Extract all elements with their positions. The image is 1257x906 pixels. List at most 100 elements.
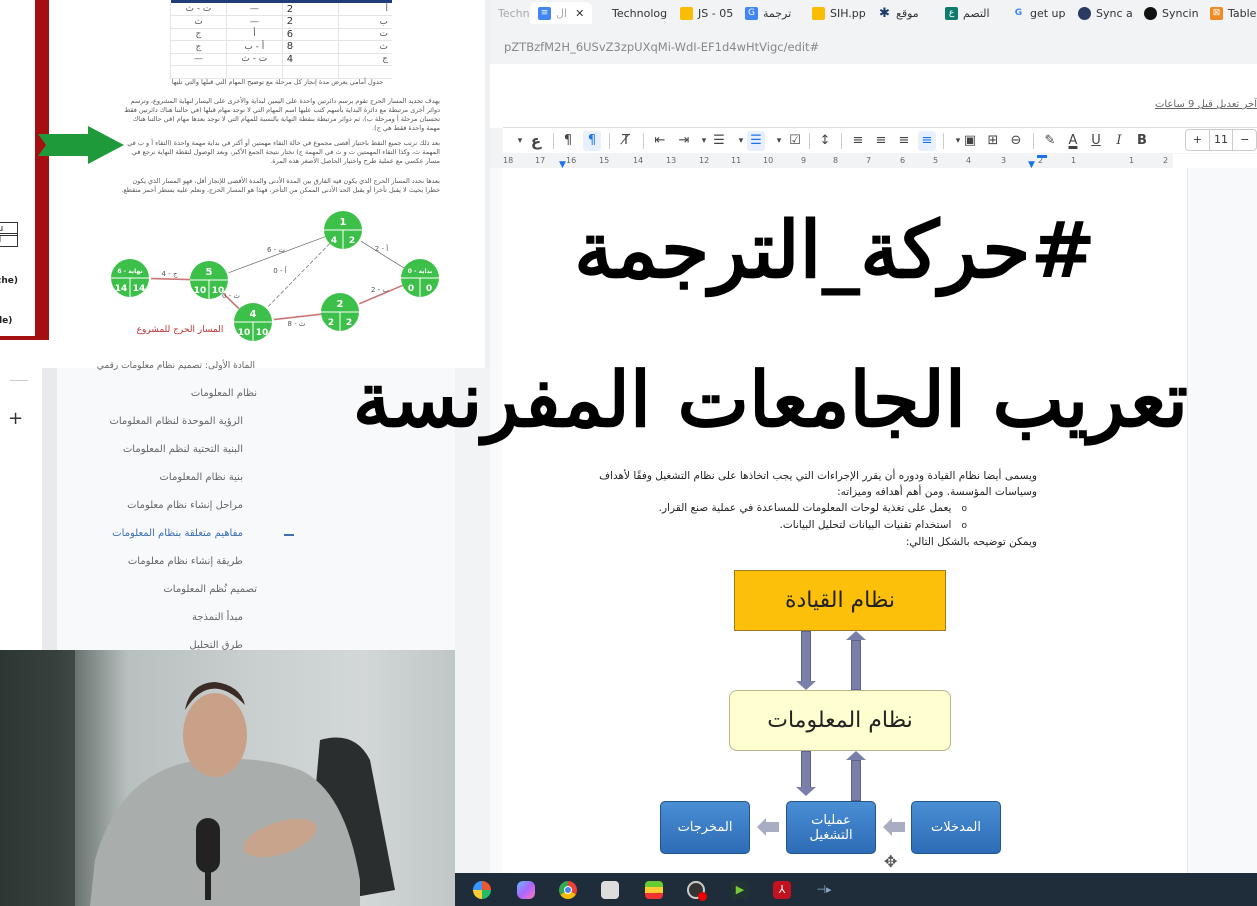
table-row: أ 2— ت - ث: [170, 3, 392, 16]
outline-active-indicator: [284, 534, 294, 536]
outline-item[interactable]: الرؤية الموحدة لنظام المعلومات: [109, 416, 243, 427]
site-icon: ✱: [879, 5, 890, 21]
network-node: 14 2: [324, 211, 362, 249]
browser-tab[interactable]: Technolog: [612, 2, 667, 24]
node-label: 5: [206, 267, 213, 278]
outline-item[interactable]: المادة الأولى: تصميم نظام معلومات رقمي: [97, 361, 255, 371]
browser-tab[interactable]: SIH.pp: [812, 2, 866, 24]
browser-tab[interactable]: ⊠Tablea: [1210, 2, 1257, 24]
bluestacks-icon[interactable]: [645, 881, 663, 899]
bulleted-list-icon[interactable]: ☰: [747, 131, 765, 151]
outline-divider: [10, 380, 28, 381]
align-center-icon[interactable]: ≡: [895, 131, 913, 151]
input-tools-icon[interactable]: ع: [527, 131, 545, 151]
down-arrow-icon: [801, 751, 811, 789]
browser-tab[interactable]: Gget up: [1012, 2, 1066, 24]
highlight-icon[interactable]: ✎: [1041, 131, 1059, 151]
rtl-icon[interactable]: ¶: [583, 131, 601, 151]
table-caption: جدول أمامي يعرض مدة إنجاز كل مرحلة مع تو…: [171, 78, 384, 86]
browser-tab[interactable]: Sync a: [1078, 2, 1133, 24]
google-translate-icon: G: [745, 6, 758, 20]
left-paragraph-3: بعدها نحدد المسار الحرج الذي يكون فيه ال…: [121, 177, 440, 194]
align-right-icon[interactable]: ≡: [918, 131, 936, 151]
numbered-list-icon[interactable]: ☰: [710, 131, 728, 151]
address-bar[interactable]: pZTBzfM2H_6USvZ3zpUXqMi-WdI-EF1d4wHtVigc…: [490, 28, 1257, 64]
formatting-toolbar: ▾ ع ¶ ¶ T̸ ⇤ ⇥ ▾ ☰ ▾ ☰ ▾ ☑ ↕ ≡ ≡ ≡ ≡ ▾ ▣…: [503, 127, 1257, 153]
indent-increase-icon[interactable]: ⇥: [675, 131, 693, 151]
outline-item[interactable]: نظام المعلومات: [191, 388, 257, 399]
outline-item-active[interactable]: مفاهيم متعلقة بنظام المعلومات: [112, 528, 243, 539]
bold-icon[interactable]: B: [1133, 131, 1151, 151]
operations-box: عمليات التشغيل: [786, 801, 876, 854]
network-node: 6 - نهاية 14 14: [111, 259, 149, 297]
outline-item[interactable]: بنية نظام المعلومات: [160, 472, 244, 483]
font-size-increase-button[interactable]: +: [1186, 130, 1209, 150]
acrobat-icon[interactable]: ⅄: [773, 881, 791, 899]
node-value-left: 10: [194, 286, 207, 296]
down-arrow-icon: [801, 631, 811, 683]
checklist-icon[interactable]: ☑: [786, 131, 804, 151]
google-docs-icon: ≡: [538, 6, 551, 20]
clear-formatting-icon[interactable]: T̸: [617, 131, 635, 151]
edge-arrow-label: lle): [0, 316, 13, 326]
photo-app-icon[interactable]: [601, 881, 619, 899]
ltr-icon[interactable]: ¶: [559, 131, 577, 151]
italic-icon[interactable]: I: [1110, 131, 1128, 151]
edge-label: ث - 0: [222, 292, 240, 300]
browser-tab[interactable]: G ترجمة: [745, 2, 791, 24]
outline-item[interactable]: تصميم نُظم المعلومات: [163, 584, 257, 595]
line-spacing-icon[interactable]: ↕: [816, 131, 834, 151]
close-tab-icon[interactable]: ✕: [575, 7, 584, 20]
audio-tool-icon[interactable]: ⊣▸: [815, 881, 833, 899]
browser-tab[interactable]: JS - 05: [680, 2, 733, 24]
widgets-icon[interactable]: [473, 881, 491, 899]
arrowhead-up: [846, 751, 866, 760]
document-body[interactable]: ويسمى أيضا نظام القيادة ودوره أن يقرر ال…: [590, 468, 1037, 550]
ruler[interactable]: 18 17 16 15 14 13 12 11 10 9 8 7 6 5 4 3…: [503, 154, 1257, 170]
outline-item[interactable]: مبدأ النمذجة: [192, 612, 243, 623]
outline-left-strip: [0, 340, 42, 653]
outline-scrollbar[interactable]: [42, 368, 57, 653]
font-size-decrease-button[interactable]: −: [1233, 130, 1256, 150]
last-edit-link[interactable]: آخر تعديل قبل 9 ساعات: [1155, 99, 1257, 110]
network-node: 22 2: [321, 293, 359, 331]
media-player-icon[interactable]: ▶: [731, 881, 749, 899]
node-value-right: 10: [212, 286, 225, 296]
outline-item[interactable]: مراحل إنشاء نظام معلومات: [127, 500, 243, 511]
task-table: أ 2— ت - ث ب 2— ث ت6أج ث8أ - بج ج4ت - ث —: [170, 0, 392, 79]
browser-tab[interactable]: Syncin: [1144, 2, 1199, 24]
url-text[interactable]: pZTBzfM2H_6USvZ3zpUXqMi-WdI-EF1d4wHtVigc…: [504, 40, 819, 54]
obs-icon[interactable]: [687, 881, 707, 901]
left-paragraph-1: يهدف تحديد المسار الحرج تقوم برسم دائرتي…: [124, 97, 440, 132]
copilot-icon[interactable]: [517, 881, 535, 899]
text-color-icon[interactable]: A: [1064, 131, 1082, 151]
move-cursor-icon: ✥: [884, 852, 898, 871]
add-heading-button[interactable]: +: [8, 408, 23, 429]
align-left-icon[interactable]: ≡: [872, 131, 890, 151]
image-icon[interactable]: ▣: [961, 131, 979, 151]
edge-label: ج - 4: [162, 270, 178, 278]
browser-tab[interactable]: ✱ موقع: [878, 2, 919, 24]
underline-icon[interactable]: U: [1087, 131, 1105, 151]
node-value-left: 10: [238, 328, 251, 338]
browser-tab[interactable]: ع التصم: [945, 2, 990, 24]
chrome-icon[interactable]: [559, 881, 577, 899]
critical-path-network: أ - 2 ب - 2 ت - 6 أ - 0 ث - 8 ث - 0 ج - 4 0 - …: [111, 211, 439, 341]
leadership-system-box: نظام القيادة: [734, 570, 946, 631]
font-size-input[interactable]: 11: [1208, 130, 1234, 150]
left-document-panel: au rd che) lle) أ2—ت - ث ب2—ث ت6أج ث8أ -…: [0, 0, 490, 368]
globe-icon: [1078, 6, 1091, 20]
first-line-indent-marker[interactable]: [1037, 155, 1047, 158]
align-justify-icon[interactable]: ≡: [849, 131, 867, 151]
browser-tab[interactable]: Techn: [498, 2, 530, 24]
link-icon[interactable]: ⊖: [1007, 131, 1025, 151]
left-edge-document: au rd che) lle): [0, 0, 38, 340]
outline-item[interactable]: البنية التحتية لنظم المعلومات: [123, 444, 243, 455]
browser-tab-strip: Techn ≡ ال ✕ Technolog JS - 05 G ترجمة SI…: [490, 0, 1257, 26]
green-arrow-icon: [38, 126, 124, 164]
node-value-right: 10: [256, 328, 269, 338]
comment-icon[interactable]: ⊞: [984, 131, 1002, 151]
outline-item[interactable]: طريقة إنشاء نظام معلومات: [128, 556, 243, 567]
browser-tab-active[interactable]: ≡ ال ✕: [530, 2, 593, 24]
indent-decrease-icon[interactable]: ⇤: [651, 131, 669, 151]
